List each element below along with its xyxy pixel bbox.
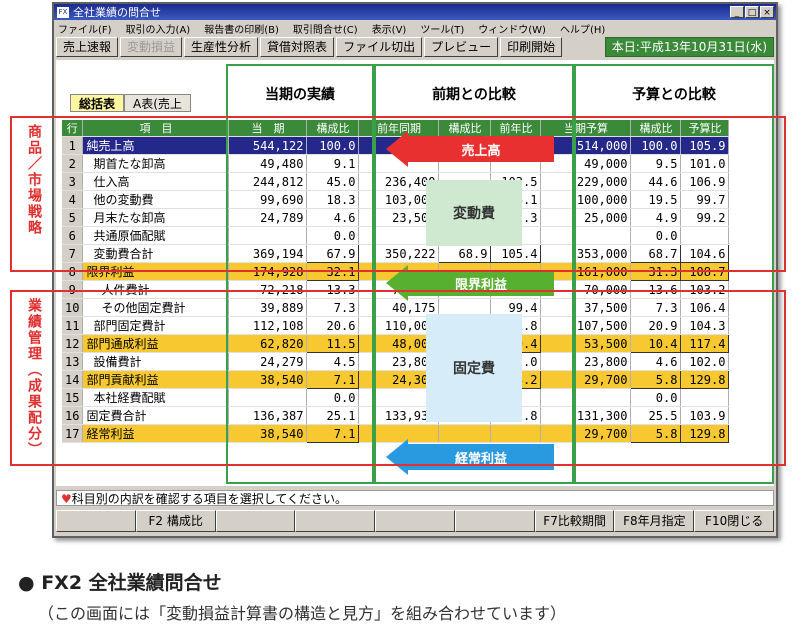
management-section-frame — [10, 290, 786, 466]
window-title: 全社業績の問合せ — [73, 6, 161, 19]
strategy-section-frame — [10, 116, 786, 272]
strategy-label: 商品／市場戦略 — [26, 124, 42, 236]
preview-button[interactable]: プレビュー — [424, 37, 499, 57]
close-button[interactable]: × — [760, 6, 774, 18]
fkey-blank[interactable] — [295, 510, 376, 532]
toolbar: 売上速報 変動損益 生産性分析 貸借対照表 ファイル切出 プレビュー 印刷開始 … — [54, 36, 776, 58]
fkey-blank[interactable] — [454, 510, 535, 532]
menu-help[interactable]: ヘルプ(H) — [560, 21, 605, 36]
app-icon: FX — [57, 6, 69, 18]
print-button[interactable]: 印刷開始 — [500, 37, 563, 57]
productivity-button[interactable]: 生産性分析 — [184, 37, 259, 57]
menu-tools[interactable]: ツール(T) — [420, 21, 464, 36]
variable-pl-button[interactable]: 変動損益 — [120, 37, 183, 57]
file-export-button[interactable]: ファイル切出 — [336, 37, 423, 57]
caption-subtitle: （この画面には「変動損益計算書の構造と見方」を組み合わせています） — [38, 604, 567, 623]
tab-table-a[interactable]: A表(売上 — [124, 94, 191, 112]
menu-file[interactable]: ファイル(F) — [58, 21, 112, 36]
tab-summary[interactable]: 総括表 — [70, 94, 125, 112]
function-key-bar: F2 構成比 F7比較期間 F8年月指定 F10閉じる — [56, 510, 775, 532]
menu-entry[interactable]: 取引の入力(A) — [126, 21, 191, 36]
caption-title-text: FX2 全社業績問合せ — [41, 572, 222, 594]
fkey-blank[interactable] — [215, 510, 296, 532]
fkey-ratio[interactable]: F2 構成比 — [135, 510, 216, 532]
fkey-compare-period[interactable]: F7比較期間 — [534, 510, 615, 532]
fkey-date-select[interactable]: F8年月指定 — [614, 510, 695, 532]
menu-view[interactable]: 表示(V) — [372, 21, 407, 36]
fkey-blank[interactable] — [56, 510, 136, 532]
fkey-blank[interactable] — [375, 510, 455, 532]
heart-icon: ♥ — [61, 492, 72, 506]
caption-title: ● FX2 全社業績問合せ — [18, 572, 222, 594]
fkey-close[interactable]: F10閉じる — [694, 510, 775, 532]
menu-window[interactable]: ウィンドウ(W) — [478, 21, 546, 36]
date-display: 本日:平成13年10月31日(水) — [604, 37, 774, 57]
status-text: 科目別の内訳を確認する項目を選択してください。 — [71, 492, 348, 506]
menu-inquiry[interactable]: 取引問合せ(C) — [293, 21, 358, 36]
title-bar: FX 全社業績の問合せ _ □ × — [54, 4, 776, 20]
balance-sheet-button[interactable]: 貸借対照表 — [260, 37, 335, 57]
management-label: 業績管理（成果配分） — [26, 298, 42, 458]
sales-report-button[interactable]: 売上速報 — [56, 37, 119, 57]
menu-print[interactable]: 報告書の印刷(B) — [204, 21, 279, 36]
menu-bar: ファイル(F) 取引の入力(A) 報告書の印刷(B) 取引問合せ(C) 表示(V… — [54, 20, 776, 36]
minimize-button[interactable]: _ — [730, 6, 744, 18]
maximize-button[interactable]: □ — [745, 6, 759, 18]
status-bar: ♥科目別の内訳を確認する項目を選択してください。 — [56, 490, 774, 506]
